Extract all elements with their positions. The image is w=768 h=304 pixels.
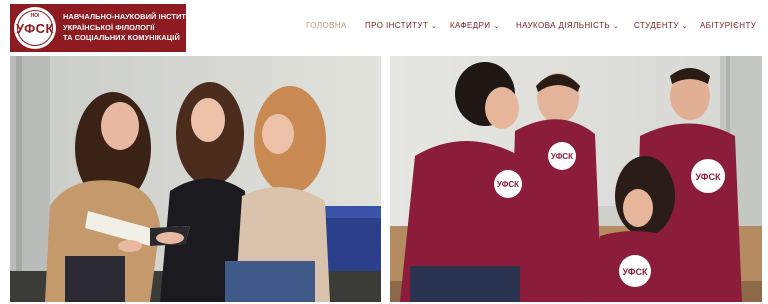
site-header: НОІ УФСК НАВЧАЛЬНО-НАУКОВИЙ ІНСТИТУТ УКР…	[0, 0, 768, 55]
shirt-logo-label: УФСК	[551, 152, 573, 161]
nav-item-label: СТУДЕНТУ	[634, 21, 679, 30]
logo-title: НАВЧАЛЬНО-НАУКОВИЙ ІНСТИТУТ УКРАЇНСЬКОЇ …	[63, 12, 195, 44]
nav-item-label: КАФЕДРИ	[450, 21, 491, 30]
chevron-down-icon: ⌄	[431, 22, 438, 30]
chevron-down-icon: ⌄	[613, 22, 620, 30]
logo-line-2: УКРАЇНСЬКОЇ ФІЛОЛОГІЇ	[63, 22, 155, 32]
nav-item-label: ПРО ІНСТИТУТ	[365, 21, 429, 30]
logo-mark-small: НОІ	[30, 13, 40, 19]
shirt-logo-label: УФСК	[696, 172, 721, 182]
logo-line-3: ТА СОЦІАЛЬНИХ КОМУНІКАЦІЙ	[63, 33, 180, 43]
nav-item-label: АБІТУРІЄНТУ	[700, 21, 757, 30]
chevron-down-icon: ⌄	[681, 22, 689, 30]
photo-students-tshirts: УФСК УФСК УФСК УФСК	[390, 56, 762, 302]
institute-logo[interactable]: НОІ УФСК НАВЧАЛЬНО-НАУКОВИЙ ІНСТИТУТ УКР…	[10, 4, 195, 52]
nav-item-about[interactable]: ПРО ІНСТИТУТ ⌄	[365, 21, 437, 30]
nav-item-applicants[interactable]: АБІТУРІЄНТУ	[700, 21, 756, 30]
shirt-logo-label: УФСК	[623, 267, 648, 277]
nav-item-departments[interactable]: КАФЕДРИ ⌄	[450, 21, 500, 30]
chevron-down-icon: ⌄	[493, 22, 500, 30]
photo-students-reading	[10, 56, 381, 302]
shirt-logo-label: УФСК	[497, 180, 519, 189]
nav-item-research[interactable]: НАУКОВА ДІЯЛЬНІСТЬ ⌄	[516, 21, 619, 30]
logo-line-1: НАВЧАЛЬНО-НАУКОВИЙ ІНСТИТУТ	[63, 12, 196, 22]
nav-item-label: НАУКОВА ДІЯЛЬНІСТЬ	[516, 21, 611, 30]
nav-item-home[interactable]: ГОЛОВНА	[306, 21, 347, 30]
nav-item-label: ГОЛОВНА	[306, 21, 347, 30]
logo-emblem-icon: НОІ УФСК	[14, 7, 56, 49]
nav-item-students[interactable]: СТУДЕНТУ ⌄	[634, 21, 688, 30]
